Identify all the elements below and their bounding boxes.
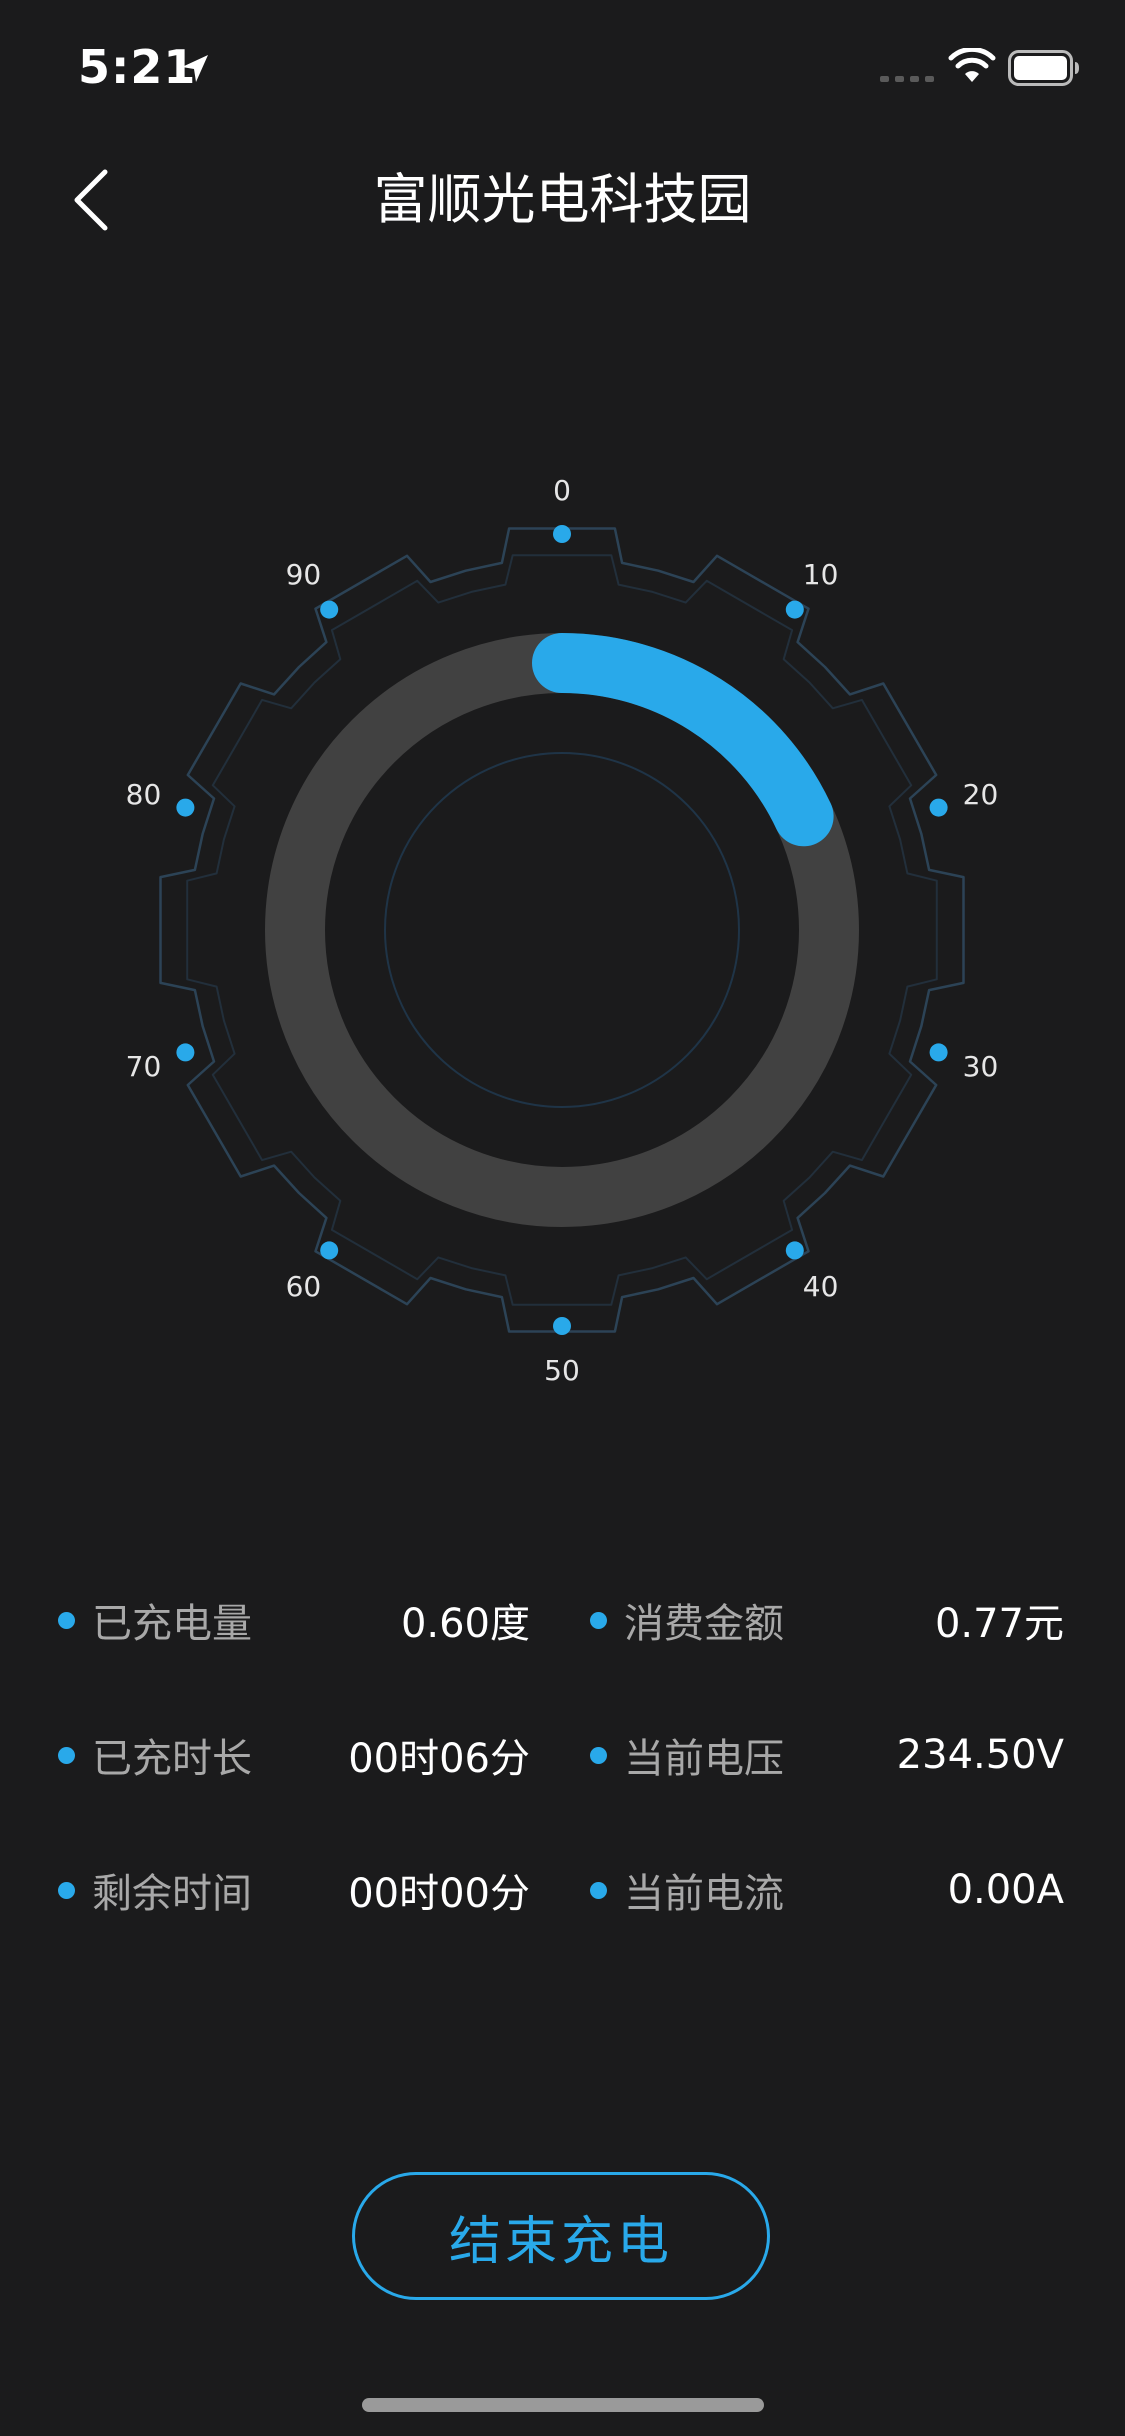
scale-label: 60	[286, 1270, 322, 1303]
stat-label: 剩余时间	[92, 1871, 252, 1917]
stat-cost: 消费金额 0.77元	[590, 1575, 1064, 1665]
scale-label: 50	[544, 1354, 580, 1387]
home-indicator	[362, 2398, 764, 2412]
stat-label: 当前电流	[624, 1871, 784, 1917]
stat-value: 234.50V	[896, 1732, 1064, 1778]
scale-dot	[553, 1317, 571, 1335]
charging-gauge: 0 10 20 30 40 50 60 70 80 90	[0, 440, 1125, 1400]
stat-charged-energy: 已充电量 0.60度	[58, 1575, 530, 1665]
scale-label: 20	[963, 778, 999, 811]
stat-charged-duration: 已充时长 00时06分	[58, 1710, 530, 1800]
scale-label: 30	[963, 1050, 999, 1083]
gauge-scale: 0 10 20 30 40 50 60 70 80 90	[126, 474, 999, 1387]
stat-label: 已充电量	[92, 1601, 252, 1647]
scale-label: 90	[286, 558, 322, 591]
stat-value: 00时00分	[348, 1871, 530, 1917]
scale-dot	[929, 798, 948, 817]
gauge-graphic: 0 10 20 30 40 50 60 70 80 90	[126, 474, 999, 1387]
scale-label: 40	[803, 1270, 839, 1303]
stats-row: 已充电量 0.60度 消费金额 0.77元	[0, 1575, 1125, 1665]
stat-value: 0.60度	[400, 1601, 530, 1647]
bullet-dot-icon	[58, 1611, 75, 1629]
wifi-icon	[948, 48, 996, 82]
bullet-dot-icon	[58, 1881, 75, 1899]
stat-label: 当前电压	[624, 1736, 784, 1782]
stat-value: 0.00A	[947, 1867, 1064, 1913]
battery-icon	[1008, 50, 1079, 86]
scale-dot	[785, 1241, 804, 1260]
gauge-progress-arc	[532, 633, 834, 847]
scale-label: 70	[126, 1050, 162, 1083]
scale-dot	[176, 1043, 195, 1062]
stat-voltage: 当前电压 234.50V	[590, 1710, 1064, 1800]
scale-dot	[553, 525, 571, 543]
page-title: 富顺光电科技园	[373, 168, 752, 231]
back-button[interactable]	[50, 160, 130, 240]
scale-dot	[320, 600, 339, 619]
scale-dot	[176, 798, 195, 817]
bullet-dot-icon	[590, 1881, 607, 1899]
scale-label: 0	[553, 474, 571, 507]
stats-row: 剩余时间 00时00分 当前电流 0.00A	[0, 1845, 1125, 1935]
stat-current: 当前电流 0.00A	[590, 1845, 1064, 1935]
stat-label: 已充时长	[92, 1736, 252, 1782]
stat-label: 消费金额	[624, 1601, 784, 1647]
cellular-signal-icon	[880, 76, 934, 82]
nav-bar: 富顺光电科技园	[0, 140, 1125, 260]
chevron-left-icon	[74, 169, 108, 231]
scale-dot	[785, 600, 804, 619]
bullet-dot-icon	[590, 1746, 607, 1764]
scale-dot	[929, 1043, 948, 1062]
status-bar: 5:21	[0, 0, 1125, 140]
location-arrow-icon	[182, 55, 208, 82]
end-charging-button[interactable]: 结束充电	[352, 2172, 770, 2300]
stat-remaining-time: 剩余时间 00时00分	[58, 1845, 530, 1935]
scale-dot	[320, 1241, 339, 1260]
bullet-dot-icon	[590, 1611, 607, 1629]
bullet-dot-icon	[58, 1746, 75, 1764]
gauge-inner-ring	[384, 752, 740, 1108]
stat-value: 0.77元	[934, 1601, 1064, 1647]
stat-value: 00时06分	[348, 1736, 530, 1782]
scale-label: 10	[803, 558, 839, 591]
scale-label: 80	[126, 778, 162, 811]
stats-row: 已充时长 00时06分 当前电压 234.50V	[0, 1710, 1125, 1800]
